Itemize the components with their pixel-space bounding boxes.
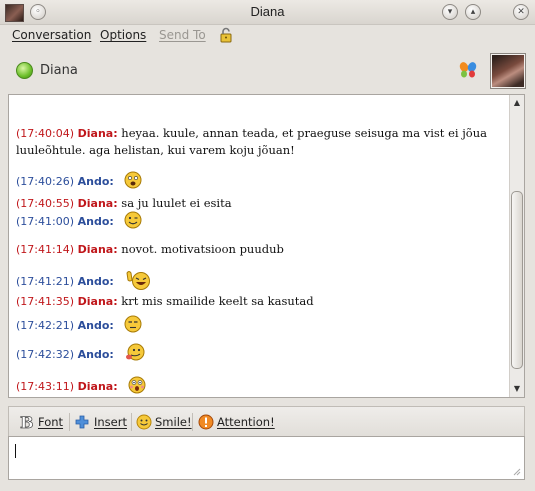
surprised-smiley-icon <box>127 375 147 397</box>
scrollbar-thumb[interactable] <box>511 191 523 369</box>
wink-smiley-icon <box>124 211 142 233</box>
online-status-icon <box>16 62 33 79</box>
message-sender: Diana: <box>77 197 118 210</box>
message-text: krt mis smailide keelt sa kasutad <box>121 294 314 308</box>
message-sender: Diana: <box>77 243 118 256</box>
chat-message: (17:41:00) Ando: <box>16 211 506 233</box>
smile-button[interactable]: Smile! <box>136 413 192 431</box>
font-icon: B <box>20 413 33 431</box>
title-bar: ◦ Diana ▾ ▴ ✕ <box>0 0 535 25</box>
message-timestamp: (17:41:21) <box>16 275 74 288</box>
smiley-icon <box>136 414 152 430</box>
message-sender: Ando: <box>77 275 114 288</box>
menu-conversation[interactable]: Conversation <box>12 28 91 42</box>
scroll-down-arrow-icon[interactable]: ▼ <box>510 382 524 396</box>
input-toolbar: B Font Insert Smile! Attention! <box>8 406 525 437</box>
contact-header: Diana <box>0 46 535 94</box>
message-timestamp: (17:42:21) <box>16 319 74 332</box>
laughing-smiley-icon <box>124 269 152 295</box>
chat-message: (17:40:55) Diana: sa ju luulet ei esita <box>16 195 506 212</box>
chat-message: (17:41:21) Ando: <box>16 269 506 295</box>
chat-message: (17:42:21) Ando: <box>16 315 506 337</box>
contact-avatar[interactable] <box>490 53 526 89</box>
toolbar-separator <box>131 413 132 431</box>
scroll-up-arrow-icon[interactable]: ▲ <box>510 96 524 110</box>
message-sender: Ando: <box>77 348 114 361</box>
maximize-icon[interactable]: ▴ <box>465 4 481 20</box>
close-icon[interactable]: ✕ <box>513 4 529 20</box>
chat-scrollbar[interactable]: ▲ ▼ <box>509 95 524 397</box>
shocked-smiley-icon <box>124 171 142 193</box>
attention-button[interactable]: Attention! <box>198 413 278 431</box>
message-text: novot. motivatsioon puudub <box>121 242 284 256</box>
message-sender: Ando: <box>77 175 114 188</box>
contact-name: Diana <box>40 63 78 78</box>
attention-label: Attention! <box>217 415 275 429</box>
font-button[interactable]: B Font <box>19 413 69 431</box>
unamused-smiley-icon <box>124 315 142 337</box>
message-timestamp: (17:40:55) <box>16 197 74 210</box>
message-sender: Ando: <box>77 319 114 332</box>
chat-message: (17:42:32) Ando: <box>16 343 506 367</box>
insert-button[interactable]: Insert <box>75 413 131 431</box>
insert-label: Insert <box>94 415 127 429</box>
resize-grip-icon[interactable] <box>513 468 521 476</box>
message-sender: Diana: <box>77 127 118 140</box>
message-timestamp: (17:41:35) <box>16 295 74 308</box>
minimize-icon[interactable]: ▾ <box>442 4 458 20</box>
svg-text:B: B <box>20 413 33 431</box>
text-caret <box>15 444 16 458</box>
toolbar-separator <box>69 413 70 431</box>
message-text: sa ju luulet ei esita <box>121 196 232 210</box>
chat-message: (17:40:04) Diana: heyaa. kuule, annan te… <box>16 125 506 158</box>
chat-message: (17:41:14) Diana: novot. motivatsioon pu… <box>16 241 506 258</box>
message-timestamp: (17:43:11) <box>16 380 74 393</box>
message-timestamp: (17:40:26) <box>16 175 74 188</box>
message-sender: Ando: <box>77 215 114 228</box>
message-sender: Diana: <box>77 295 118 308</box>
smile-label: Smile! <box>155 415 192 429</box>
lock-icon[interactable] <box>218 27 234 43</box>
font-label: Font <box>38 415 64 429</box>
message-timestamp: (17:40:04) <box>16 127 74 140</box>
message-timestamp: (17:41:14) <box>16 243 74 256</box>
toolbar-separator <box>192 413 193 431</box>
tongue-smiley-icon <box>124 343 146 367</box>
chat-message: (17:43:11) Diana: <box>16 375 506 397</box>
message-input[interactable] <box>8 436 525 480</box>
msn-butterfly-icon <box>459 62 477 78</box>
menu-options[interactable]: Options <box>100 28 146 42</box>
message-timestamp: (17:42:32) <box>16 348 74 361</box>
chat-history[interactable]: (17:40:04) Diana: heyaa. kuule, annan te… <box>8 94 525 398</box>
plus-icon <box>75 415 89 429</box>
message-sender: Diana: <box>77 380 118 393</box>
attention-icon <box>198 414 214 430</box>
chat-message: (17:40:26) Ando: <box>16 171 506 193</box>
message-timestamp: (17:41:00) <box>16 215 74 228</box>
menu-bar: Conversation Options Send To <box>0 25 535 45</box>
chat-message: (17:41:35) Diana: krt mis smailide keelt… <box>16 293 506 310</box>
menu-send-to[interactable]: Send To <box>159 28 206 42</box>
